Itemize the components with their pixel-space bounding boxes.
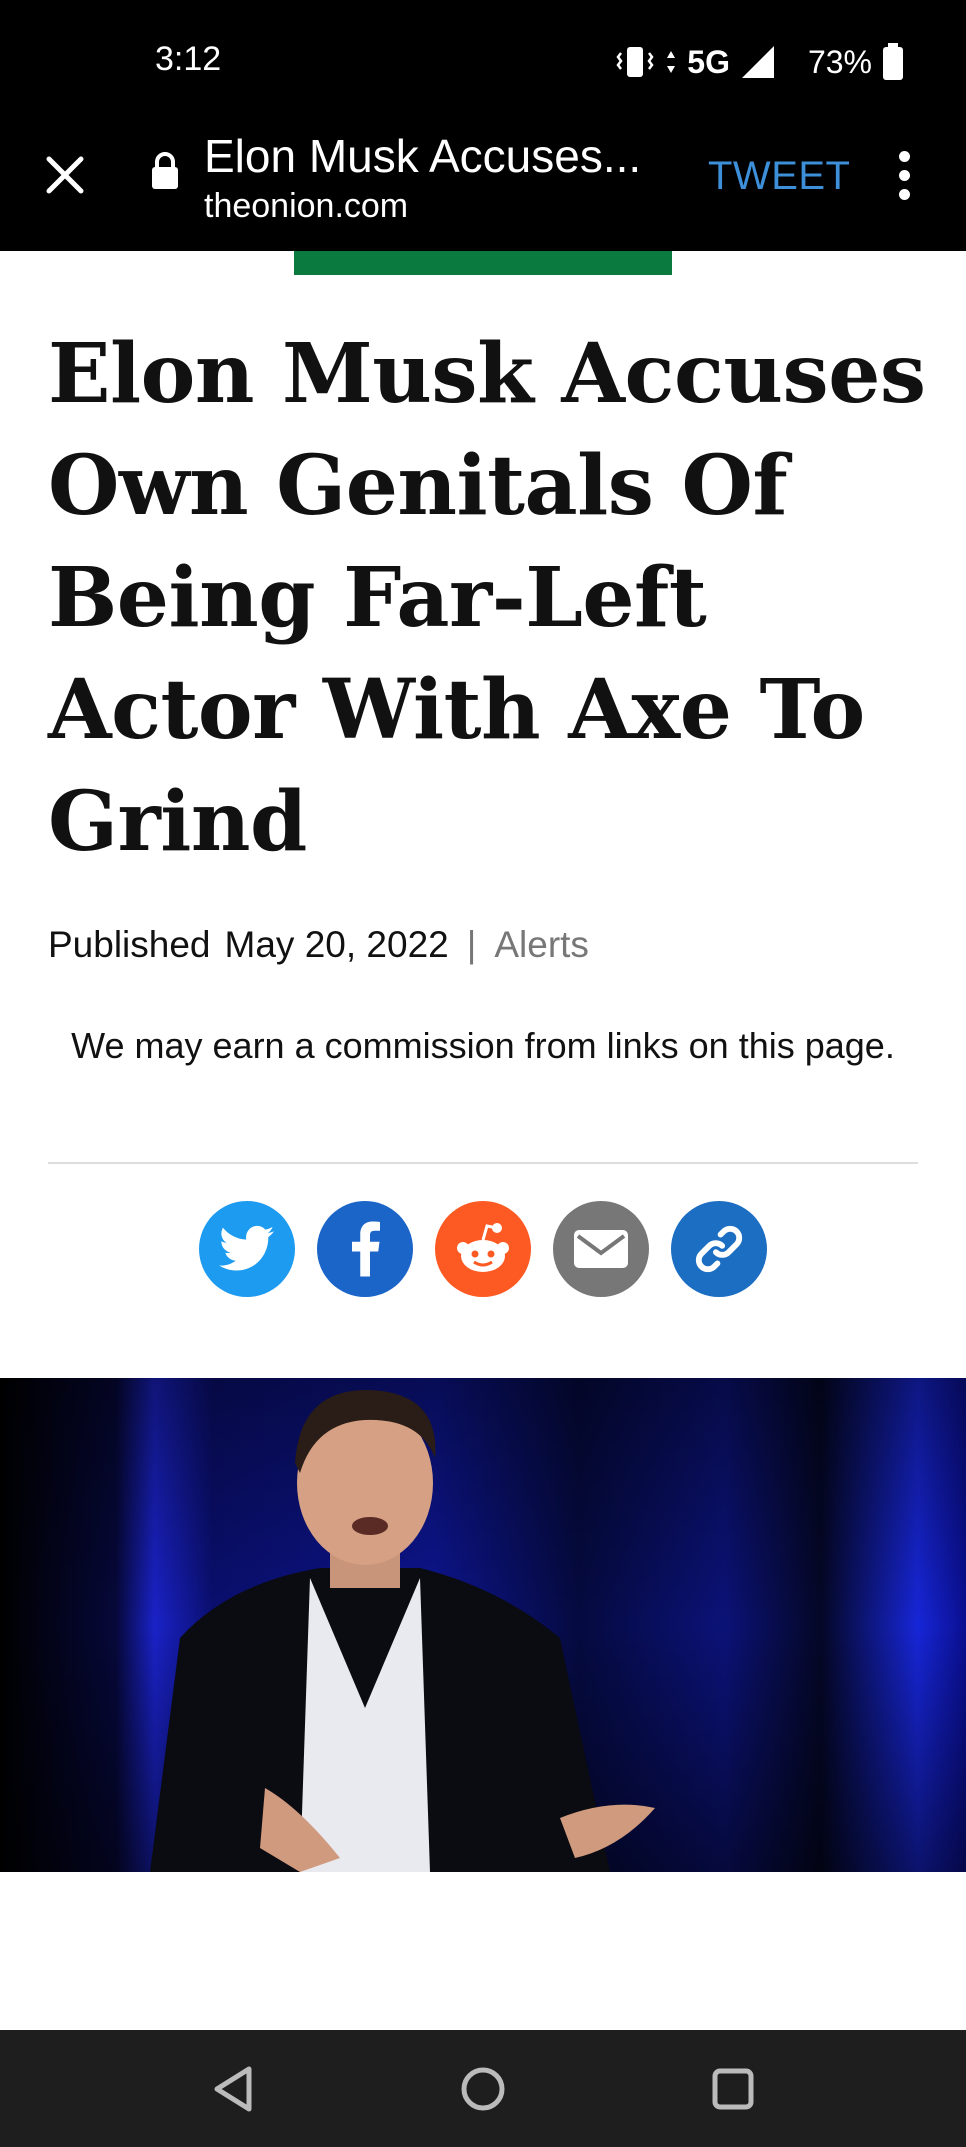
signal-icon: [741, 46, 774, 78]
system-nav-bar: [0, 2030, 966, 2147]
status-bar: 3:12 5G 73%: [0, 0, 966, 120]
header-banner-strip: [294, 251, 672, 275]
share-facebook-button[interactable]: [317, 1201, 413, 1297]
vibrate-icon: [616, 47, 654, 77]
share-bar: [0, 1201, 966, 1299]
recents-icon: [712, 2068, 754, 2109]
facebook-icon: [352, 1221, 380, 1277]
url-bar[interactable]: Elon Musk Accuses... theonion.com: [204, 128, 684, 226]
email-icon: [574, 1230, 628, 1268]
content-spacer: [0, 1872, 966, 2030]
battery-icon: [883, 43, 903, 80]
category-link[interactable]: Alerts: [494, 924, 589, 966]
close-icon: [46, 156, 84, 194]
meta-separator: |: [466, 924, 477, 965]
home-icon: [461, 2067, 505, 2110]
status-time: 3:12: [155, 40, 222, 78]
article-headline: Elon Musk Accuses Own Genitals Of Being …: [48, 326, 926, 870]
twitter-icon: [219, 1225, 275, 1271]
menu-dot: [898, 150, 910, 162]
published-label: Published: [48, 924, 211, 965]
battery-percent: 73%: [807, 43, 872, 80]
data-arrows-icon: [667, 51, 676, 73]
page-domain: theonion.com: [204, 187, 409, 225]
lock-icon: [152, 152, 178, 189]
share-reddit-button[interactable]: [435, 1201, 531, 1297]
affiliate-disclaimer: We may earn a commission from links on t…: [71, 1025, 895, 1066]
status-icons: 5G 73%: [615, 40, 904, 84]
back-icon: [214, 2066, 252, 2111]
share-email-button[interactable]: [553, 1201, 649, 1297]
nav-home-button[interactable]: [453, 2059, 513, 2119]
menu-dot: [898, 188, 910, 200]
browser-toolbar: Elon Musk Accuses... theonion.com TWEET: [0, 120, 966, 251]
nav-back-button[interactable]: [203, 2059, 263, 2119]
more-options-button[interactable]: [880, 144, 928, 206]
reddit-icon: [457, 1223, 509, 1272]
menu-dot: [898, 169, 910, 181]
published-date: May 20, 2022: [224, 924, 449, 965]
share-twitter-button[interactable]: [199, 1201, 295, 1297]
share-copy-link-button[interactable]: [671, 1201, 767, 1297]
article-hero-image: [0, 1378, 966, 1872]
article-meta: Published May 20, 2022 | Alerts: [48, 924, 589, 966]
link-icon: [695, 1225, 743, 1273]
speaker-photo: [0, 1378, 966, 1872]
page-title: Elon Musk Accuses...: [204, 130, 642, 182]
close-button[interactable]: [34, 144, 96, 206]
nav-recents-button[interactable]: [703, 2059, 763, 2119]
divider: [48, 1162, 918, 1164]
tweet-button[interactable]: TWEET: [708, 154, 850, 199]
network-type: 5G: [687, 43, 730, 80]
